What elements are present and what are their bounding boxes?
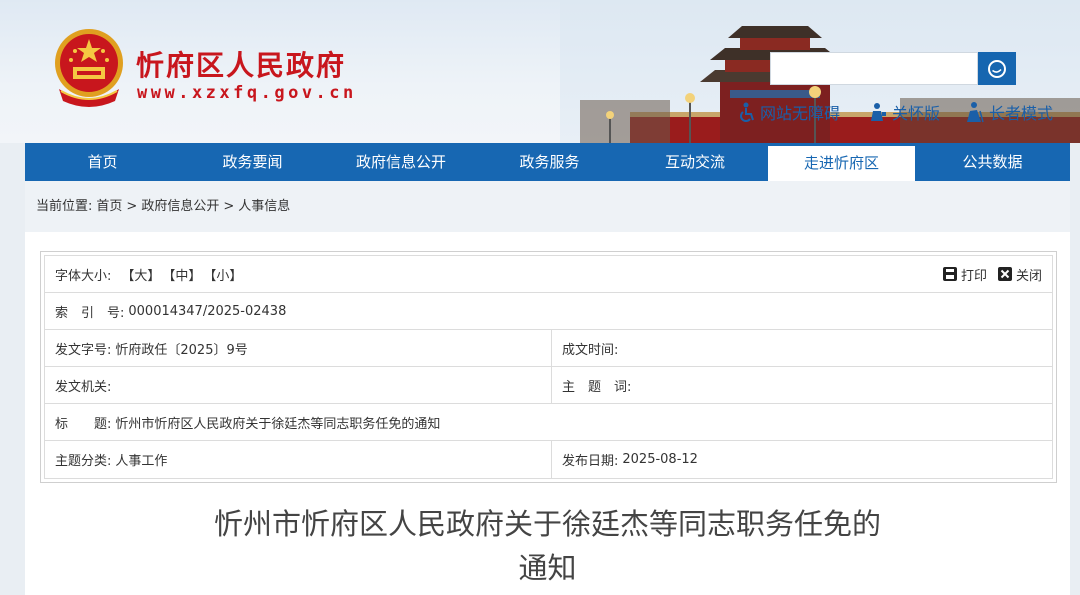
- doc-number-label: 发文字号:: [55, 342, 112, 358]
- search-input[interactable]: [770, 52, 978, 85]
- issuer-row: 发文机关: 主 题 词:: [45, 367, 1052, 404]
- close-icon: [997, 267, 1012, 281]
- created-date-label: 成文时间:: [562, 342, 619, 358]
- doc-number-row: 发文字号: 忻府政任〔2025〕9号 成文时间:: [45, 330, 1052, 367]
- title-label: 标 题:: [55, 416, 112, 432]
- main-nav: 首页 政务要闻 政府信息公开 政务服务 互动交流 走进忻府区 公共数据: [25, 143, 1070, 181]
- site-header: 忻府区人民政府 www.xzxfq.gov.cn 网站无障碍 关怀版 长者模式: [0, 0, 1080, 143]
- document-info-table: 字体大小: 【大】 【中】 【小】 打印 关闭 索 引 号: 000014347…: [40, 251, 1057, 483]
- breadcrumb: 当前位置: 首页 > 政府信息公开 > 人事信息: [25, 181, 1070, 232]
- category-label: 主题分类:: [55, 454, 112, 469]
- nav-item-about[interactable]: 走进忻府区: [768, 143, 915, 181]
- nav-item-home[interactable]: 首页: [25, 143, 180, 181]
- accessibility-link[interactable]: 网站无障碍: [738, 100, 840, 124]
- font-size-control: 字体大小: 【大】 【中】 【小】: [55, 265, 242, 284]
- national-emblem-icon: [55, 29, 123, 107]
- nav-item-interaction[interactable]: 互动交流: [622, 143, 768, 181]
- font-size-small[interactable]: 【小】: [203, 265, 242, 284]
- care-version-link[interactable]: 关怀版: [868, 100, 940, 124]
- nav-item-info-disclosure[interactable]: 政府信息公开: [325, 143, 477, 181]
- print-label: 打印: [960, 268, 987, 284]
- print-icon: [942, 267, 957, 281]
- print-button[interactable]: 打印: [942, 265, 987, 284]
- elder-mode-label: 长者模式: [989, 104, 1054, 123]
- accessibility-label: 网站无障碍: [760, 104, 841, 123]
- document-title: 忻州市忻府区人民政府关于徐廷杰等同志职务任免的 通知: [25, 502, 1070, 590]
- close-label: 关闭: [1015, 268, 1042, 284]
- document-title-line-2: 通知: [518, 551, 577, 585]
- main-content: 字体大小: 【大】 【中】 【小】 打印 关闭 索 引 号: 000014347…: [25, 232, 1070, 595]
- issuer-label: 发文机关:: [55, 379, 112, 395]
- title-row: 标 题: 忻州市忻府区人民政府关于徐廷杰等同志职务任免的通知: [45, 404, 1052, 441]
- search-button[interactable]: [978, 52, 1016, 85]
- title-value: 忻州市忻府区人民政府关于徐廷杰等同志职务任免的通知: [115, 416, 441, 432]
- accessibility-icon: [740, 102, 754, 122]
- elder-person-icon: [967, 102, 984, 123]
- breadcrumb-prefix: 当前位置:: [36, 199, 93, 214]
- font-size-label: 字体大小:: [55, 268, 112, 284]
- category-value: 人事工作: [115, 454, 168, 469]
- font-size-large[interactable]: 【大】: [121, 265, 160, 284]
- elder-mode-link[interactable]: 长者模式: [963, 100, 1053, 124]
- doc-number-value: 忻府政任〔2025〕9号: [115, 342, 248, 358]
- publish-date-label: 发布日期:: [562, 454, 619, 469]
- care-person-icon: [871, 103, 886, 121]
- close-button[interactable]: 关闭: [997, 265, 1042, 284]
- site-url: www.xzxfq.gov.cn: [137, 83, 357, 103]
- nav-item-services[interactable]: 政务服务: [477, 143, 622, 181]
- breadcrumb-personnel[interactable]: 人事信息: [238, 181, 290, 232]
- breadcrumb-info-disclosure[interactable]: 政府信息公开: [141, 181, 219, 232]
- search-icon: [988, 59, 1006, 78]
- document-title-line-1: 忻州市忻府区人民政府关于徐廷杰等同志职务任免的: [213, 507, 881, 541]
- site-name[interactable]: 忻府区人民政府: [136, 44, 346, 84]
- index-label: 索 引 号:: [55, 305, 125, 321]
- publish-date-value: 2025-08-12: [622, 452, 698, 467]
- care-version-label: 关怀版: [892, 104, 941, 123]
- index-value: 000014347/2025-02438: [128, 303, 287, 319]
- category-row: 主题分类: 人事工作 发布日期: 2025-08-12: [45, 441, 1052, 478]
- font-size-row: 字体大小: 【大】 【中】 【小】 打印 关闭: [45, 256, 1052, 293]
- keywords-label: 主 题 词:: [562, 379, 632, 395]
- breadcrumb-separator: >: [223, 199, 235, 214]
- font-size-medium[interactable]: 【中】: [162, 265, 201, 284]
- breadcrumb-separator: >: [126, 199, 138, 214]
- index-row: 索 引 号: 000014347/2025-02438: [45, 293, 1052, 330]
- nav-item-public-data[interactable]: 公共数据: [915, 143, 1070, 181]
- breadcrumb-home[interactable]: 首页: [96, 181, 122, 232]
- nav-item-news[interactable]: 政务要闻: [180, 143, 325, 181]
